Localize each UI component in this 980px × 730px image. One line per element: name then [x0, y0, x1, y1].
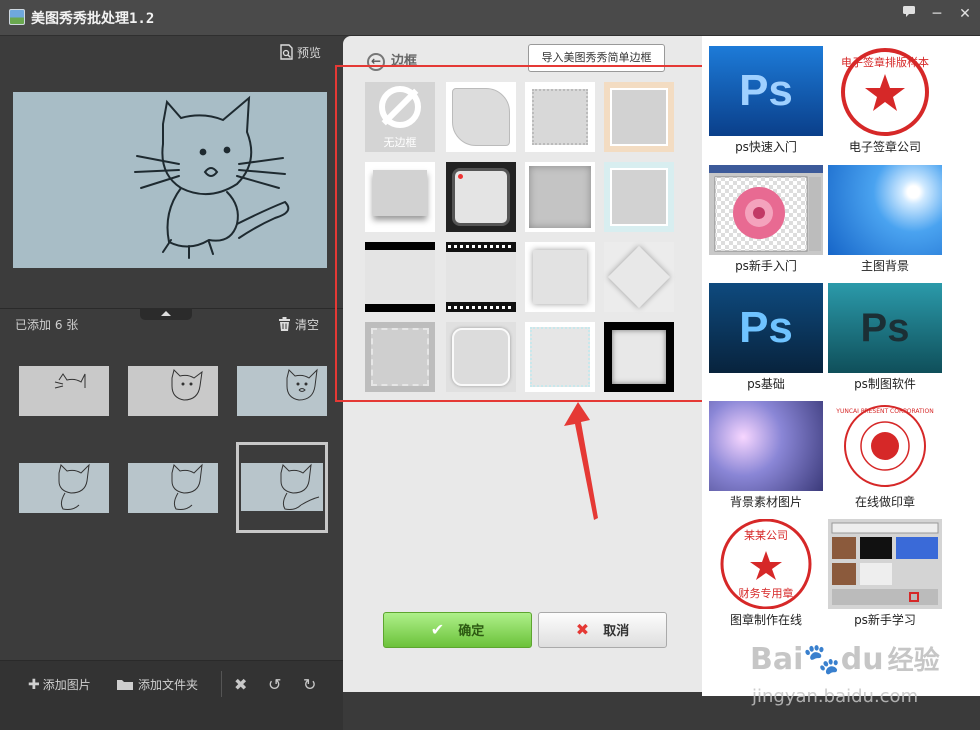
- delete-icon[interactable]: ✖: [234, 675, 247, 694]
- ad-caption: ps新手入门: [735, 259, 797, 273]
- close-icon[interactable]: ✕: [952, 4, 978, 24]
- app-icon: [9, 9, 25, 25]
- photoshop-flower-icon: [709, 165, 823, 255]
- clear-button[interactable]: 清空: [278, 316, 319, 333]
- ad-item-7[interactable]: 背景素材图片: [707, 399, 825, 517]
- ad-caption: 主图背景: [860, 259, 909, 273]
- ps-logo-icon: Ps: [709, 46, 823, 136]
- ad-item-1[interactable]: Ps ps快速入门: [707, 44, 825, 162]
- toolbar-separator: [221, 671, 222, 697]
- plus-icon: ✚: [28, 677, 40, 693]
- x-icon: ✖: [575, 620, 590, 639]
- ad-item-6[interactable]: Ps ps制图软件: [826, 281, 944, 399]
- thumbnail-6[interactable]: [241, 463, 323, 511]
- feedback-icon[interactable]: [896, 4, 922, 24]
- ad-caption: ps新手学习: [854, 613, 916, 627]
- ad-caption: ps制图软件: [854, 377, 916, 391]
- ad-item-3[interactable]: ps新手入门: [707, 163, 825, 281]
- ad-caption: 图章制作在线: [729, 613, 802, 627]
- thumbnail-4[interactable]: [19, 463, 109, 513]
- minimize-icon[interactable]: ─: [924, 4, 950, 24]
- watermark-brand2: du: [840, 642, 884, 677]
- add-image-button[interactable]: ✚ 添加图片: [28, 676, 91, 693]
- cancel-button[interactable]: ✖ 取消: [538, 612, 667, 648]
- add-image-label: 添加图片: [42, 678, 91, 692]
- ps-logo-icon: Ps: [828, 283, 942, 373]
- preview-label: 预览: [297, 46, 322, 60]
- stamp1-text: 电子签章排版样本: [841, 55, 929, 69]
- paw-icon: 🐾: [803, 642, 841, 677]
- window-title: 美图秀秀批处理1.2: [31, 11, 155, 27]
- baidu-watermark: Bai🐾du 经验: [750, 640, 940, 677]
- ad-item-9[interactable]: 某某公司财务专用章 图章制作在线: [707, 517, 825, 635]
- ad-item-5[interactable]: Ps ps基础: [707, 281, 825, 399]
- bottom-toolbar: ✚ 添加图片 添加文件夹 ✖ ↺ ↻: [0, 660, 343, 730]
- added-count: 已添加 6 张: [15, 318, 79, 332]
- thumbnail-selected-frame[interactable]: [236, 442, 328, 533]
- title-bar: 美图秀秀批处理1.2 ─ ✕: [0, 0, 980, 36]
- ok-button[interactable]: ✔ 确定: [383, 612, 532, 648]
- cancel-label: 取消: [603, 624, 630, 639]
- thumbnail-5[interactable]: [128, 463, 218, 513]
- ad-caption: 背景素材图片: [729, 495, 802, 509]
- stamp2-text: YUNCAI PRESENT CORPORATION: [835, 408, 933, 415]
- left-panel: 预览 已添加 6 张 清空 ✚ 添加图片 添加文件夹 ✖ ↺ ↻: [0, 36, 343, 730]
- ad-item-2[interactable]: 电子签章排版样本 电子签章公司: [826, 44, 944, 162]
- ad-item-4[interactable]: 主图背景: [826, 163, 944, 281]
- clear-label: 清空: [295, 318, 320, 332]
- ad-item-8[interactable]: YUNCAI PRESENT CORPORATION 在线做印章: [826, 399, 944, 517]
- preview-button[interactable]: 预览: [280, 44, 321, 61]
- stamp3-top-text: 某某公司: [744, 529, 788, 542]
- add-folder-button[interactable]: 添加文件夹: [116, 676, 198, 693]
- rotate-left-icon[interactable]: ↺: [268, 675, 281, 694]
- photoshop-ui-icon: [828, 519, 942, 609]
- thumbnail-2[interactable]: [128, 366, 218, 416]
- ad-caption: 在线做印章: [854, 495, 915, 509]
- thumbnail-1[interactable]: [19, 366, 109, 416]
- red-stamp-icon: 电子签章排版样本: [828, 46, 942, 136]
- annotation-arrow: [564, 402, 598, 520]
- ad-item-10[interactable]: ps新手学习: [826, 517, 944, 635]
- rotate-right-icon[interactable]: ↻: [303, 675, 316, 694]
- ps-logo-icon: Ps: [709, 283, 823, 373]
- ok-label: 确定: [458, 624, 485, 639]
- watermark-brand: Bai: [750, 642, 804, 677]
- trash-icon: [279, 317, 290, 331]
- red-stamp-icon: YUNCAI PRESENT CORPORATION: [828, 401, 942, 491]
- blue-sky-icon: [828, 165, 942, 255]
- stamp3-bottom-text: 财务专用章: [739, 586, 794, 600]
- bokeh-icon: [709, 401, 823, 491]
- preview-icon: [280, 44, 293, 60]
- folder-icon: [117, 680, 133, 690]
- collapse-toggle[interactable]: [140, 308, 192, 320]
- thumbnail-3[interactable]: [237, 366, 327, 416]
- ad-caption: ps快速入门: [735, 140, 797, 154]
- preview-image: [13, 92, 327, 268]
- annotation-highlight-box: [335, 65, 707, 402]
- watermark-suffix: 经验: [887, 646, 940, 676]
- watermark-url: jingyan.baidu.com: [752, 686, 919, 707]
- ad-caption: 电子签章公司: [848, 140, 921, 154]
- red-stamp-icon: 某某公司 财务专用章: [709, 519, 823, 609]
- ad-caption: ps基础: [747, 377, 785, 391]
- check-icon: ✔: [430, 620, 445, 639]
- add-folder-label: 添加文件夹: [138, 678, 199, 692]
